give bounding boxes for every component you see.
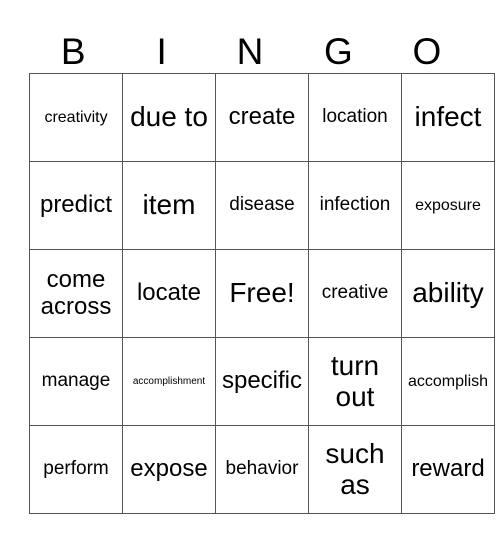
- bingo-cell[interactable]: location: [308, 73, 402, 162]
- bingo-cell[interactable]: accomplish: [401, 337, 495, 426]
- free-space-cell[interactable]: Free!: [215, 249, 309, 338]
- bingo-cell[interactable]: ability: [401, 249, 495, 338]
- bingo-cell[interactable]: expose: [122, 425, 216, 514]
- bingo-cell[interactable]: item: [122, 161, 216, 250]
- header-letter-b: B: [60, 31, 86, 72]
- bingo-cell[interactable]: come across: [29, 249, 123, 338]
- header-letter-o: O: [412, 31, 442, 72]
- bingo-cell[interactable]: specific: [215, 337, 309, 426]
- grid-row: perform expose behavior such as reward: [29, 425, 495, 514]
- bingo-cell[interactable]: infection: [308, 161, 402, 250]
- bingo-cell[interactable]: behavior: [215, 425, 309, 514]
- bingo-grid: creativity due to create location infect pred…: [29, 73, 495, 514]
- grid-row: manage accomplishment specific turn out acco…: [29, 337, 495, 426]
- bingo-cell[interactable]: exposure: [401, 161, 495, 250]
- grid-row: predict item disease infection exposure: [29, 161, 495, 250]
- bingo-header: B I N G O: [29, 30, 471, 74]
- bingo-cell[interactable]: infect: [401, 73, 495, 162]
- header-letter-i: I: [156, 31, 167, 72]
- bingo-cell[interactable]: disease: [215, 161, 309, 250]
- bingo-cell[interactable]: reward: [401, 425, 495, 514]
- bingo-cell[interactable]: manage: [29, 337, 123, 426]
- bingo-cell[interactable]: perform: [29, 425, 123, 514]
- bingo-cell[interactable]: such as: [308, 425, 402, 514]
- grid-row: creativity due to create location infect: [29, 73, 495, 162]
- bingo-cell[interactable]: accomplishment: [122, 337, 216, 426]
- bingo-cell[interactable]: creativity: [29, 73, 123, 162]
- grid-row: come across locate Free! creative ability: [29, 249, 495, 338]
- bingo-cell[interactable]: locate: [122, 249, 216, 338]
- bingo-cell[interactable]: create: [215, 73, 309, 162]
- bingo-cell[interactable]: turn out: [308, 337, 402, 426]
- bingo-cell[interactable]: predict: [29, 161, 123, 250]
- header-letter-n: N: [236, 31, 264, 72]
- bingo-cell[interactable]: due to: [122, 73, 216, 162]
- header-letter-g: G: [324, 31, 353, 72]
- bingo-cell[interactable]: creative: [308, 249, 402, 338]
